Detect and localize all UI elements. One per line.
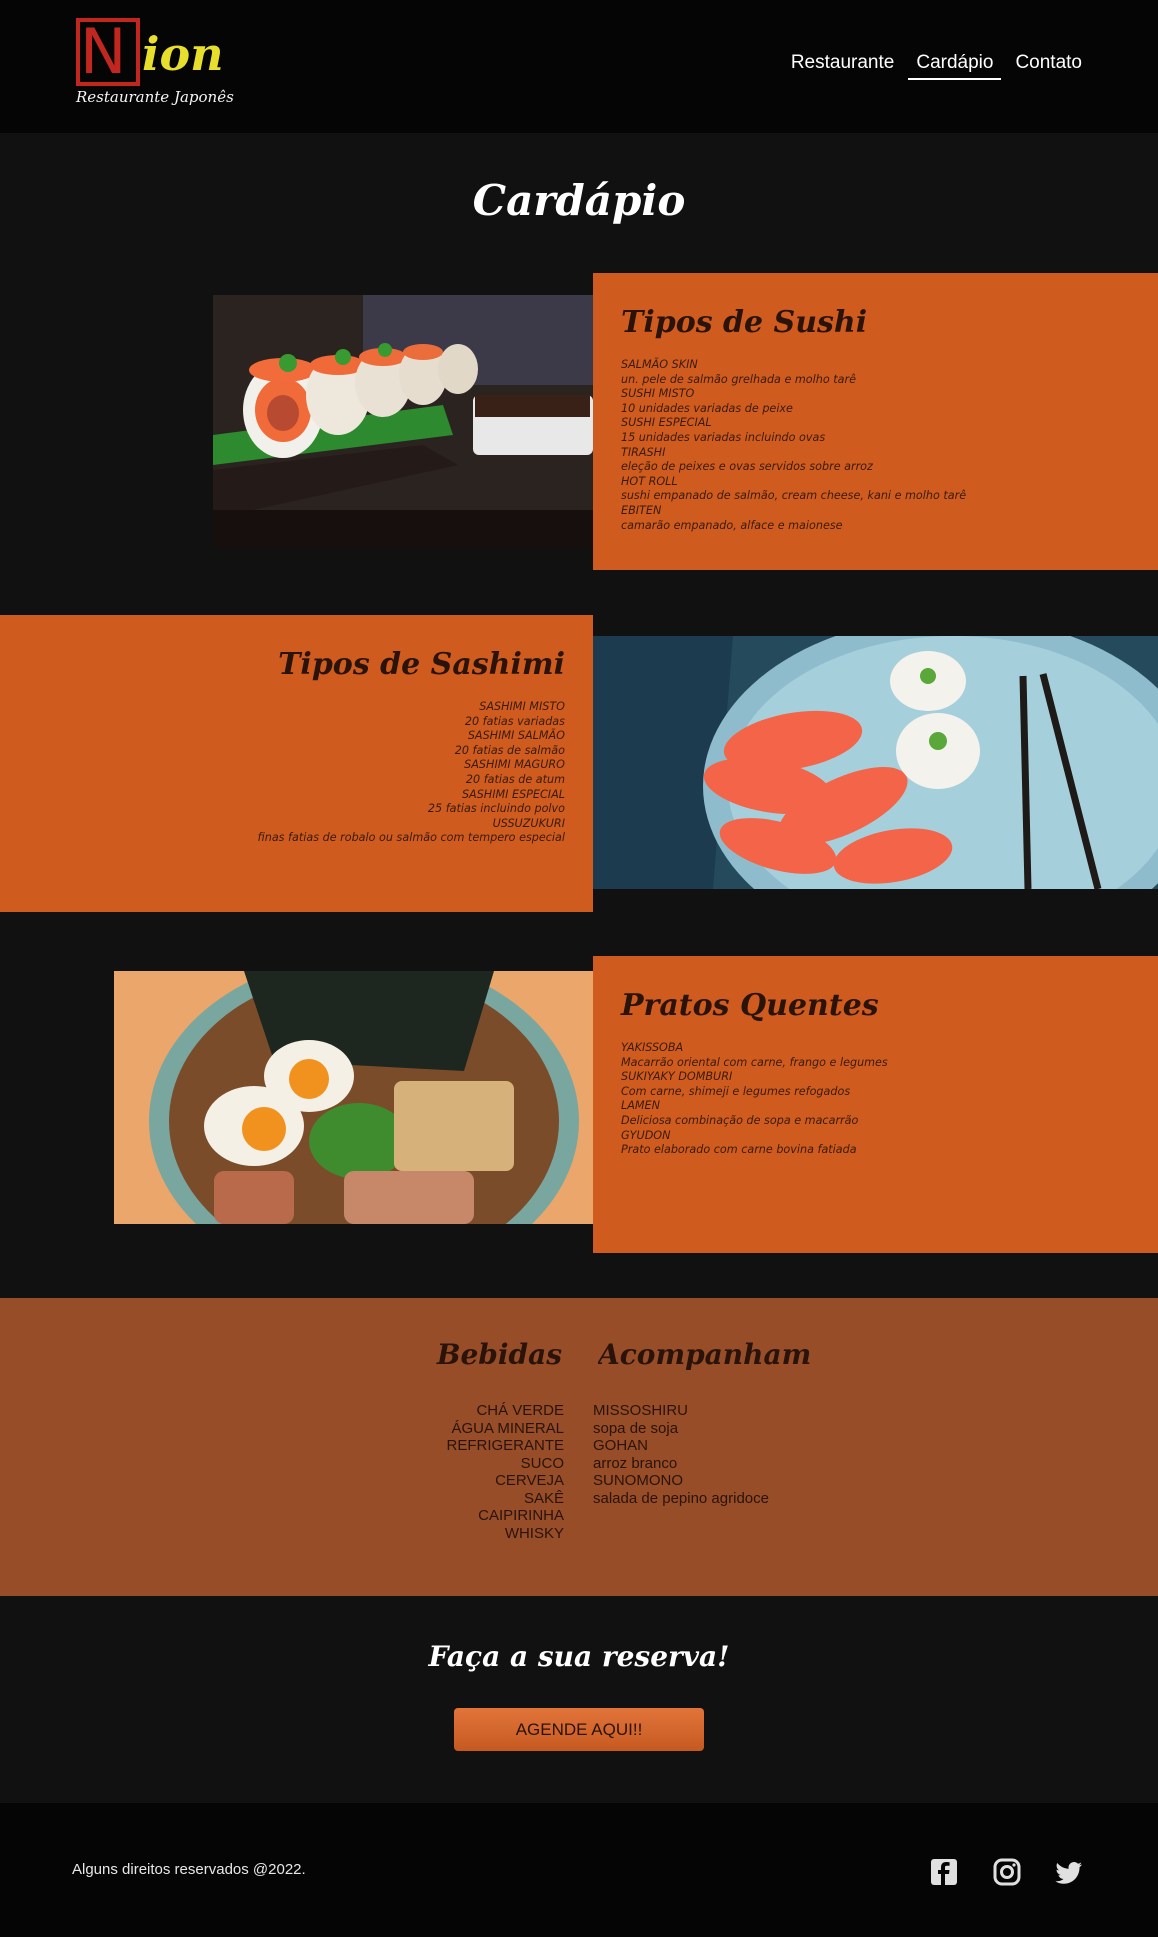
page-title: Cardápio (472, 176, 686, 225)
logo-subtitle: Restaurante Japonês (76, 88, 234, 106)
list-item: SASHIMI MAGURO (464, 758, 565, 772)
list-item: SUCO (520, 1454, 564, 1472)
sashimi-list: SASHIMI MISTO 20 fatias variadas SASHIMI… (0, 700, 566, 846)
list-item: eleção de peixes e ovas servidos sobre a… (621, 460, 873, 474)
sushi-title: Tipos de Sushi (621, 305, 868, 340)
copyright-text: Alguns direitos reservados @2022. (72, 1861, 306, 1878)
list-item: un. pele de salmão grelhada e molho tarê (621, 372, 856, 386)
list-item: REFRIGERANTE (446, 1437, 564, 1454)
list-item: SASHIMI MISTO (479, 700, 565, 713)
list-item: sopa de soja (593, 1419, 679, 1437)
list-item: 20 fatias de salmão (454, 743, 565, 757)
list-item: SALMÃO SKIN (621, 358, 698, 371)
logo[interactable]: N ion Restaurante Japonês (76, 15, 234, 113)
list-item: Deliciosa combinação de sopa e macarrão (621, 1113, 859, 1127)
list-item: EBITEN (621, 503, 662, 517)
nav-restaurante[interactable]: Restaurante (783, 50, 903, 80)
list-item: salada de pepino agridoce (593, 1489, 769, 1507)
main-nav: Restaurante Cardápio Contato (777, 50, 1090, 80)
list-item: sushi empanado de salmão, cream cheese, … (621, 489, 967, 503)
list-item: 10 unidades variadas de peixe (621, 401, 793, 415)
list-item: SUKIYAKY DOMBURI (621, 1070, 733, 1084)
hot-list: YAKISSOBA Macarrão oriental com carne, f… (621, 1041, 1158, 1158)
list-item: finas fatias de robalo ou salmão com tem… (257, 831, 566, 845)
list-item: CERVEJA (495, 1472, 564, 1489)
list-item: 15 unidades variadas incluindo ovas (621, 430, 826, 444)
list-item: SASHIMI SALMÃO (467, 729, 565, 743)
list-item: SUNOMONO (593, 1472, 683, 1489)
twitter-icon[interactable] (1055, 1858, 1083, 1886)
sashimi-image (593, 636, 1158, 889)
drinks-list: CHÁ VERDE ÁGUA MINERAL REFRIGERANTE SUCO… (446, 1402, 564, 1542)
sashimi-title: Tipos de Sashimi (278, 647, 565, 682)
list-item: Macarrão oriental com carne, frango e le… (621, 1055, 888, 1069)
list-item: CAIPIRINHA (478, 1507, 564, 1524)
hot-panel: Pratos Quentes YAKISSOBA Macarrão orient… (593, 956, 1158, 1253)
list-item: HOT ROLL (621, 474, 678, 488)
sides-title: Acompanhamento (598, 1338, 812, 1371)
drinks-title: Bebidas (436, 1338, 562, 1371)
ramen-image (114, 971, 593, 1224)
sushi-list: SALMÃO SKIN un. pele de salmão grelhada … (621, 358, 1158, 533)
site-header: N ion Restaurante Japonês Restaurante Ca… (0, 0, 1158, 133)
list-item: 25 fatias incluindo polvo (427, 802, 565, 816)
list-item: SASHIMI ESPECIAL (461, 787, 565, 801)
list-item: GOHAN (593, 1437, 649, 1454)
list-item: MISSOSHIRU (593, 1402, 689, 1419)
site-footer: Alguns direitos reservados @2022. (0, 1803, 1158, 1937)
list-item: USSUZUKURI (492, 816, 565, 830)
logo-word: ion (142, 27, 224, 81)
drinks-section: Bebidas CHÁ VERDE ÁGUA MINERAL REFRIGERA… (0, 1298, 1158, 1596)
list-item: YAKISSOBA (621, 1041, 684, 1054)
list-item: 20 fatias de atum (465, 772, 565, 786)
sushi-panel: Tipos de Sushi SALMÃO SKIN un. pele de s… (593, 273, 1158, 570)
list-item: SUSHI ESPECIAL (621, 416, 712, 430)
list-item: SUSHI MISTO (621, 387, 695, 401)
list-item: WHISKY (504, 1524, 564, 1542)
list-item: SAKÊ (523, 1489, 564, 1507)
hot-title: Pratos Quentes (621, 988, 879, 1023)
nav-cardapio[interactable]: Cardápio (908, 50, 1002, 80)
list-item: ÁGUA MINERAL (451, 1419, 564, 1437)
logo-letter: N (80, 15, 127, 88)
ramen-photo (114, 971, 593, 1224)
list-item: Com carne, shimeji e legumes refogados (621, 1084, 851, 1098)
list-item: camarão empanado, alface e maionese (621, 518, 843, 532)
facebook-icon[interactable] (930, 1858, 958, 1886)
sides-list: MISSOSHIRU sopa de soja GOHAN arroz bran… (593, 1402, 769, 1507)
list-item: TIRASHI (621, 445, 666, 459)
reserve-title: Faça a sua reserva! (428, 1640, 730, 1673)
sushi-image (213, 295, 593, 548)
sushi-photo (213, 295, 593, 548)
list-item: LAMEN (621, 1099, 660, 1113)
list-item: CHÁ VERDE (476, 1402, 564, 1419)
list-item: GYUDON (621, 1128, 671, 1142)
sashimi-panel: Tipos de Sashimi SASHIMI MISTO 20 fatias… (0, 615, 593, 912)
sashimi-photo (593, 636, 1158, 889)
list-item: 20 fatias variadas (464, 714, 565, 728)
list-item: Prato elaborado com carne bovina fatiada (621, 1143, 857, 1157)
instagram-icon[interactable] (993, 1858, 1021, 1886)
nav-contato[interactable]: Contato (1007, 50, 1090, 80)
list-item: arroz branco (593, 1454, 678, 1472)
reserve-button[interactable]: AGENDE AQUI!! (454, 1708, 704, 1751)
